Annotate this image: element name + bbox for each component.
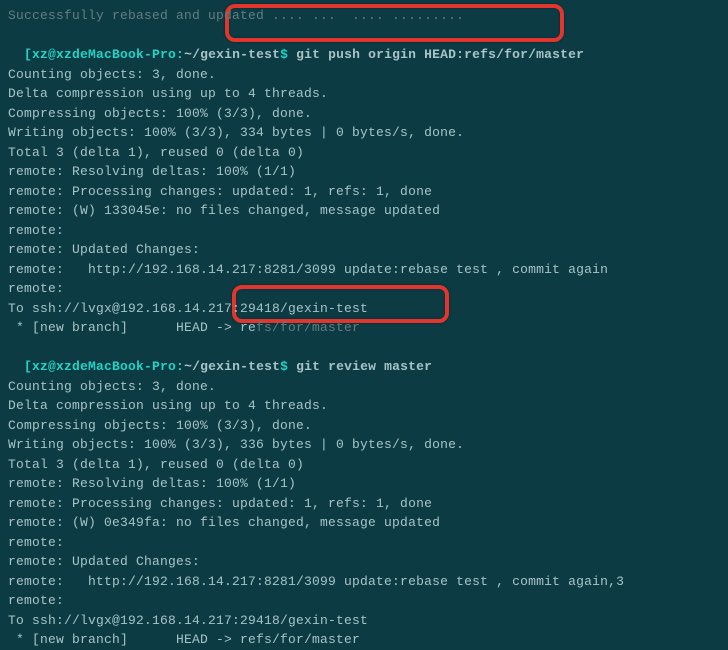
terminal-output: remote: http://192.168.14.217:8281/3099 … (8, 572, 720, 592)
bracket-open: [ (24, 359, 32, 374)
terminal-output: Counting objects: 3, done. (8, 65, 720, 85)
bracket-open: [ (24, 47, 32, 62)
terminal-output: remote: (8, 533, 720, 553)
prompt-line-1[interactable]: [xz@xzdeMacBook-Pro:~/gexin-test$ git pu… (8, 26, 720, 65)
terminal-output: remote: Resolving deltas: 100% (1/1) (8, 474, 720, 494)
terminal-output: remote: Processing changes: updated: 1, … (8, 182, 720, 202)
terminal-output: Counting objects: 3, done. (8, 377, 720, 397)
prompt-line-2[interactable]: [xz@xzdeMacBook-Pro:~/gexin-test$ git re… (8, 338, 720, 377)
terminal-output: * [new branch] HEAD -> refs/for/master (8, 630, 720, 650)
terminal-output: Total 3 (delta 1), reused 0 (delta 0) (8, 455, 720, 475)
terminal-output: remote: Updated Changes: (8, 552, 720, 572)
terminal-output: Writing objects: 100% (3/3), 336 bytes |… (8, 435, 720, 455)
terminal-output: remote: Processing changes: updated: 1, … (8, 494, 720, 514)
terminal-output: remote: (8, 279, 720, 299)
terminal-output: To ssh://lvgx@192.168.14.217:29418/gexin… (8, 299, 720, 319)
terminal-output: Total 3 (delta 1), reused 0 (delta 0) (8, 143, 720, 163)
prompt-dollar: $ (280, 47, 296, 62)
cwd-path: ~/gexin-test (184, 47, 280, 62)
terminal-output: To ssh://lvgx@192.168.14.217:29418/gexin… (8, 611, 720, 631)
user-host: xz@xzdeMacBook-Pro: (32, 359, 184, 374)
terminal-output: remote: http://192.168.14.217:8281/3099 … (8, 260, 720, 280)
terminal-output: remote: Updated Changes: (8, 240, 720, 260)
cwd-path: ~/gexin-test (184, 359, 280, 374)
terminal-output: remote: (8, 591, 720, 611)
terminal-output: * [new branch] HEAD -> refs/for/master (8, 318, 720, 338)
user-host: xz@xzdeMacBook-Pro: (32, 47, 184, 62)
terminal-output: Delta compression using up to 4 threads. (8, 84, 720, 104)
terminal-output: Compressing objects: 100% (3/3), done. (8, 416, 720, 436)
terminal-output: Writing objects: 100% (3/3), 334 bytes |… (8, 123, 720, 143)
terminal-output: remote: (W) 0e349fa: no files changed, m… (8, 513, 720, 533)
prompt-dollar: $ (280, 359, 296, 374)
terminal-output: remote: Resolving deltas: 100% (1/1) (8, 162, 720, 182)
terminal-output: remote: (W) 133045e: no files changed, m… (8, 201, 720, 221)
terminal-output: Delta compression using up to 4 threads. (8, 396, 720, 416)
command-text: git review master (296, 359, 432, 374)
command-text: git push origin HEAD:refs/for/master (296, 47, 584, 62)
terminal-output: Compressing objects: 100% (3/3), done. (8, 104, 720, 124)
terminal-output: remote: (8, 221, 720, 241)
terminal-output-faded: Successfully rebased and updated .... ..… (8, 6, 720, 26)
